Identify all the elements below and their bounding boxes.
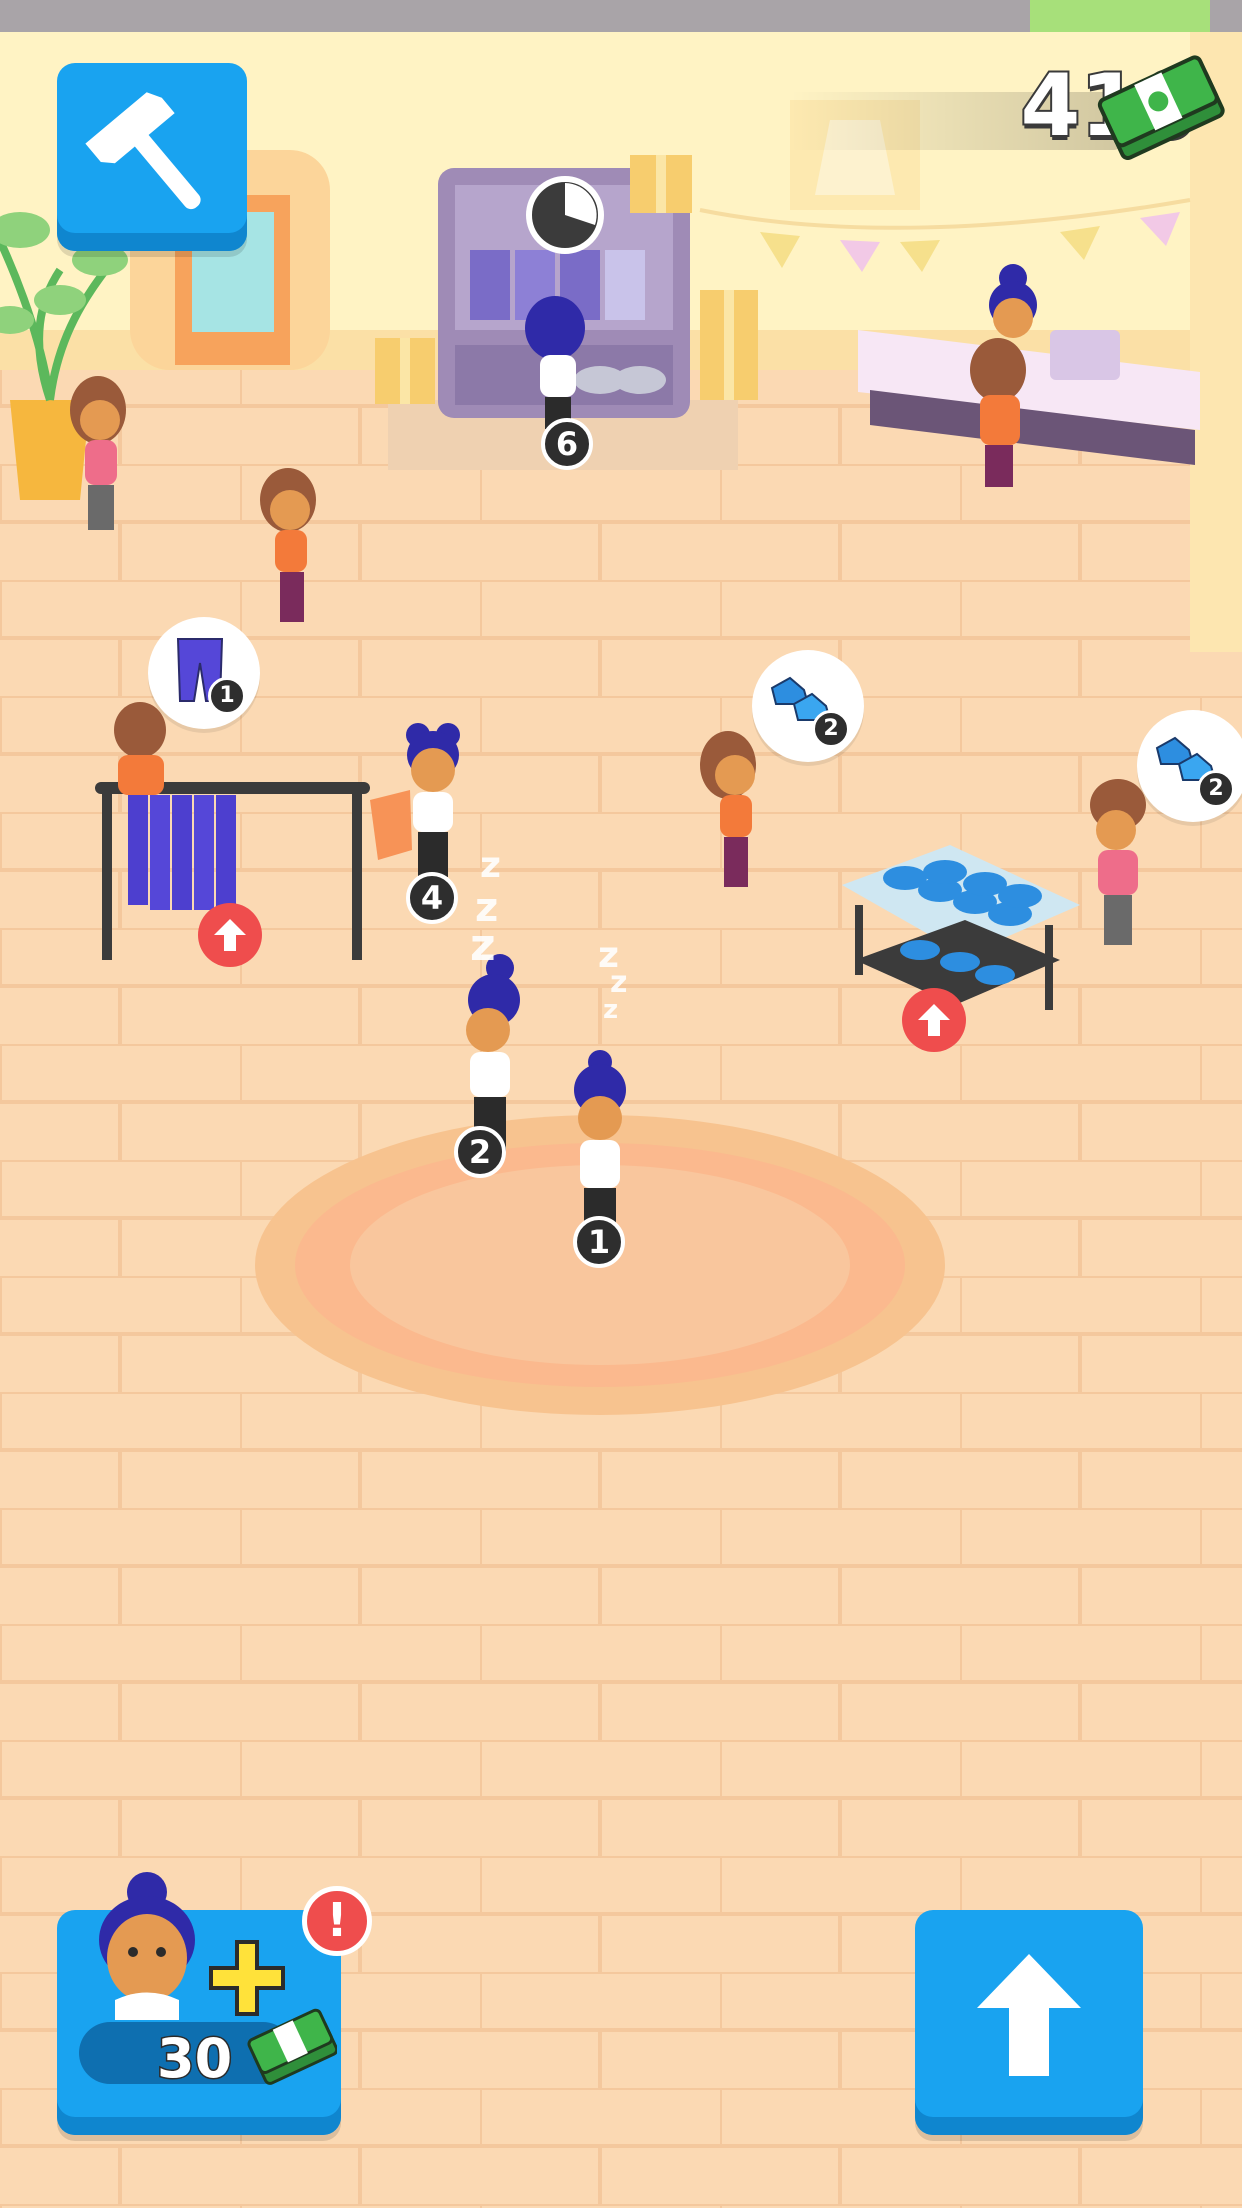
customer (114, 702, 166, 795)
sleep-indicator: z (480, 845, 501, 886)
request-count: 2 (1197, 770, 1235, 808)
cash-stack-icon (247, 2008, 337, 2085)
request-count: 1 (208, 677, 246, 715)
sleep-indicator: z (470, 920, 496, 971)
worker-number-badge: 1 (573, 1216, 625, 1268)
sleep-indicator: z (603, 995, 619, 1025)
hire-worker-button[interactable]: 30 (57, 1872, 341, 2135)
request-count: 2 (812, 710, 850, 748)
up-arrow-icon (214, 919, 246, 951)
alert-badge: ! (302, 1886, 372, 1956)
hammer-icon (85, 92, 201, 210)
customer-request-bubble: 2 (752, 650, 864, 762)
rack-upgrade-button[interactable] (198, 903, 262, 967)
hire-cost-value: 30 (155, 2026, 233, 2092)
customer-request-bubble: 1 (148, 617, 260, 729)
cash-counter: 410 (790, 50, 1230, 160)
worker-number-badge: 2 (454, 1126, 506, 1178)
shoe-table-upgrade-button[interactable] (902, 988, 966, 1052)
cash-stack-icon (1097, 55, 1225, 160)
worker-number-badge: 6 (541, 418, 593, 470)
worker-number-badge: 4 (406, 872, 458, 924)
up-arrow-icon (918, 1004, 950, 1036)
up-arrow-icon (977, 1954, 1081, 2076)
hire-worker-icon (99, 1872, 195, 2020)
build-button[interactable] (57, 63, 247, 251)
upgrade-button[interactable] (915, 1910, 1143, 2135)
customer-request-bubble: 2 (1137, 710, 1242, 822)
